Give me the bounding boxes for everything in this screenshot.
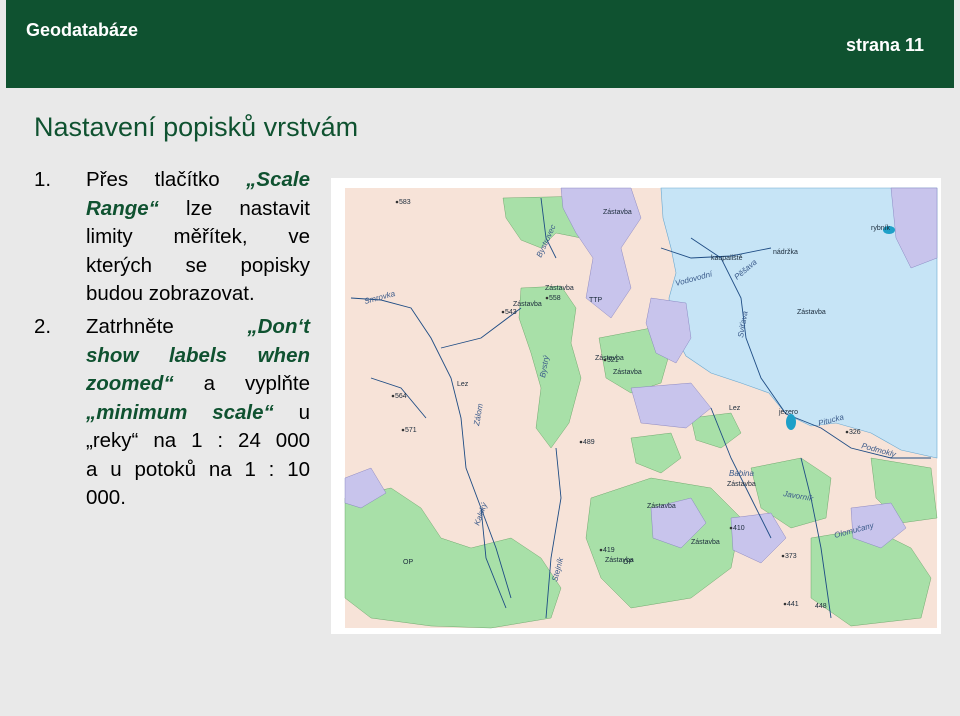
list-item-1: 1. Přes tlačítko „Scale Range“ lze nasta… — [34, 166, 310, 309]
map-label: Zástavba — [545, 285, 574, 292]
line: a u potoků na 1 : 10 — [86, 457, 310, 481]
map-label: rybník — [871, 225, 891, 232]
line: „reky“ na 1 : 24 000 — [86, 429, 310, 452]
map-label: nádržka — [773, 249, 798, 256]
line: budou zobrazovat. — [86, 282, 255, 305]
map-label: 571 — [405, 427, 417, 434]
list-number: 1. — [34, 168, 52, 191]
map-label: TTP — [589, 297, 603, 304]
map-label: Zástavba — [513, 301, 542, 308]
map-label: 489 — [583, 439, 595, 446]
map-label: Babina — [729, 469, 754, 478]
map-svg: 583 Zástavba Bystrovec kaupaliště nádržk… — [344, 187, 938, 629]
map-label: 419 — [603, 547, 615, 554]
map-label: Lez — [457, 381, 469, 388]
map-label: OP — [623, 559, 633, 566]
emphasis-text: „minimum scale“ — [86, 400, 274, 424]
text: Přes tlačítko — [86, 168, 247, 191]
map-label: jezero — [778, 409, 798, 416]
emphasis-text: Range“ — [86, 196, 159, 220]
emphasis-text: „Scale — [246, 168, 310, 191]
slide-header: Geodatabáze strana 11 — [6, 0, 954, 88]
map-label: Lez — [729, 405, 741, 412]
map-label: 564 — [395, 393, 407, 400]
map-label: Zástavba — [691, 539, 720, 546]
map-label: Zástavba — [797, 309, 826, 316]
map-label: Zástavba — [603, 209, 632, 216]
map-label: 583 — [399, 199, 411, 206]
map-label: 410 — [733, 525, 745, 532]
text: u — [273, 400, 310, 424]
text: lze nastavit — [158, 196, 310, 220]
map-label: 441 — [787, 601, 799, 608]
emphasis-text: „Don‘t — [247, 315, 310, 338]
line: Range“ lze nastavit — [34, 195, 310, 224]
text: a vyplňte — [173, 372, 310, 395]
map-label: 521 — [607, 357, 619, 364]
list-item-2: 2. Zatrhněte „Don‘t show labels when zoo… — [34, 313, 310, 513]
pond — [786, 414, 796, 430]
line: kterých se popisky — [86, 253, 310, 277]
line: zoomed“ a vyplňte — [34, 370, 310, 399]
map-label: 373 — [785, 553, 797, 560]
line: Zatrhněte „Don‘t — [34, 313, 310, 342]
map-label: 558 — [549, 295, 561, 302]
slide-title: Nastavení popisků vrstvám — [34, 112, 359, 142]
map-label: kaupaliště — [711, 255, 743, 262]
text: Zatrhněte — [86, 315, 248, 338]
page-number: strana 11 — [845, 35, 924, 55]
map-label: 326 — [849, 429, 861, 436]
map-image: 583 Zástavba Bystrovec kaupaliště nádržk… — [331, 178, 941, 634]
line: Přes tlačítko „Scale — [34, 166, 310, 195]
map-label: OP — [403, 559, 413, 566]
line: show labels when — [86, 343, 310, 367]
line: 000. — [86, 486, 126, 509]
map-label: Zástavba — [727, 481, 756, 488]
map-label: 448 — [815, 603, 827, 610]
list-number: 2. — [34, 315, 52, 338]
map-label: 543 — [505, 309, 517, 316]
emphasis-text: zoomed“ — [86, 372, 174, 395]
brand-title: Geodatabáze — [26, 20, 139, 40]
map-label: Zástavba — [647, 503, 676, 510]
line: limity měřítek, ve — [86, 225, 310, 248]
map-label: Zástavba — [613, 369, 642, 376]
line: „minimum scale“ u — [34, 399, 310, 428]
